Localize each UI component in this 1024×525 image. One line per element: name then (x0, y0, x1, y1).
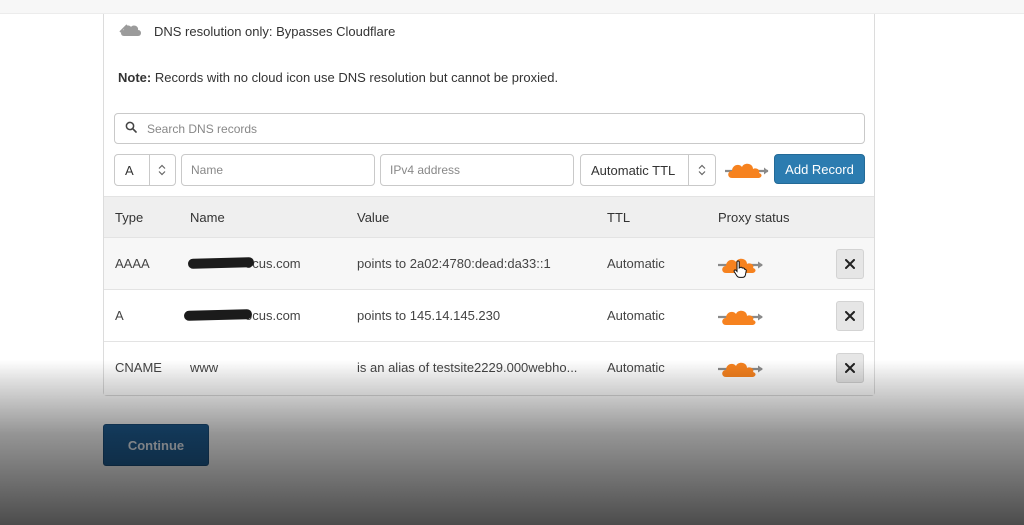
ttl-value: Automatic TTL (591, 162, 676, 178)
delete-record-button[interactable] (836, 249, 864, 279)
record-value: is an alias of testsite2229.000webho... (357, 360, 578, 375)
hand-pointer-icon (733, 260, 747, 281)
record-value: points to 145.14.145.230 (357, 308, 501, 323)
redaction-mark (183, 309, 253, 321)
search-input[interactable] (147, 121, 837, 136)
add-record-form: A Automatic TTL (114, 154, 865, 186)
record-type: AAAA (115, 256, 150, 271)
note-text: Note: Records with no cloud icon use DNS… (118, 70, 558, 85)
header-proxy-status: Proxy status (718, 210, 790, 225)
table-header: Type Name Value TTL Proxy status (104, 196, 874, 238)
proxied-cloud-icon[interactable] (717, 359, 765, 382)
close-icon (845, 363, 855, 373)
record-ttl: Automatic (607, 256, 665, 271)
note-label: Note: (118, 70, 152, 85)
gray-cloud-icon (118, 21, 144, 42)
search-box[interactable] (114, 113, 865, 144)
redaction-mark (187, 257, 255, 269)
record-name: ocus.com (245, 308, 301, 323)
header-name: Name (190, 210, 225, 225)
record-name: www (190, 360, 219, 375)
record-type: A (115, 308, 124, 323)
dns-records-card: DNS resolution only: Bypasses Cloudflare… (103, 14, 875, 396)
header-value: Value (357, 210, 390, 225)
delete-record-button[interactable] (836, 353, 864, 383)
delete-record-button[interactable] (836, 301, 864, 331)
close-icon (845, 259, 855, 269)
ttl-select[interactable]: Automatic TTL (580, 154, 716, 186)
add-record-button[interactable]: Add Record (774, 154, 865, 184)
continue-button[interactable]: Continue (103, 424, 209, 466)
header-type: Type (115, 210, 144, 225)
proxy-toggle-cloud-icon[interactable] (724, 159, 770, 184)
name-input[interactable] (181, 154, 375, 186)
table-row[interactable]: A ocus.com points to 145.14.145.230 Auto… (104, 290, 874, 342)
note-body: Records with no cloud icon use DNS resol… (151, 70, 559, 85)
record-ttl: Automatic (607, 308, 665, 323)
search-icon (125, 121, 137, 136)
record-value: points to 2a02:4780:dead:da33::1 (357, 256, 551, 271)
legend-text: DNS resolution only: Bypasses Cloudflare (154, 23, 396, 39)
ipv4-input[interactable] (380, 154, 574, 186)
legend-dns-only: DNS resolution only: Bypasses Cloudflare (118, 20, 395, 42)
record-type-value: A (125, 162, 134, 178)
header-ttl: TTL (607, 210, 631, 225)
record-ttl: Automatic (607, 360, 665, 375)
top-strip (0, 0, 1024, 14)
proxied-cloud-icon[interactable] (717, 307, 765, 330)
table-row[interactable]: AAAA ocus.com points to 2a02:4780:dead:d… (104, 238, 874, 290)
table-row[interactable]: CNAME www is an alias of testsite2229.00… (104, 342, 874, 395)
record-type: CNAME (115, 360, 162, 375)
record-type-select[interactable]: A (114, 154, 176, 186)
chevron-updown-icon[interactable] (148, 155, 175, 185)
close-icon (845, 311, 855, 321)
chevron-updown-icon[interactable] (688, 155, 715, 185)
